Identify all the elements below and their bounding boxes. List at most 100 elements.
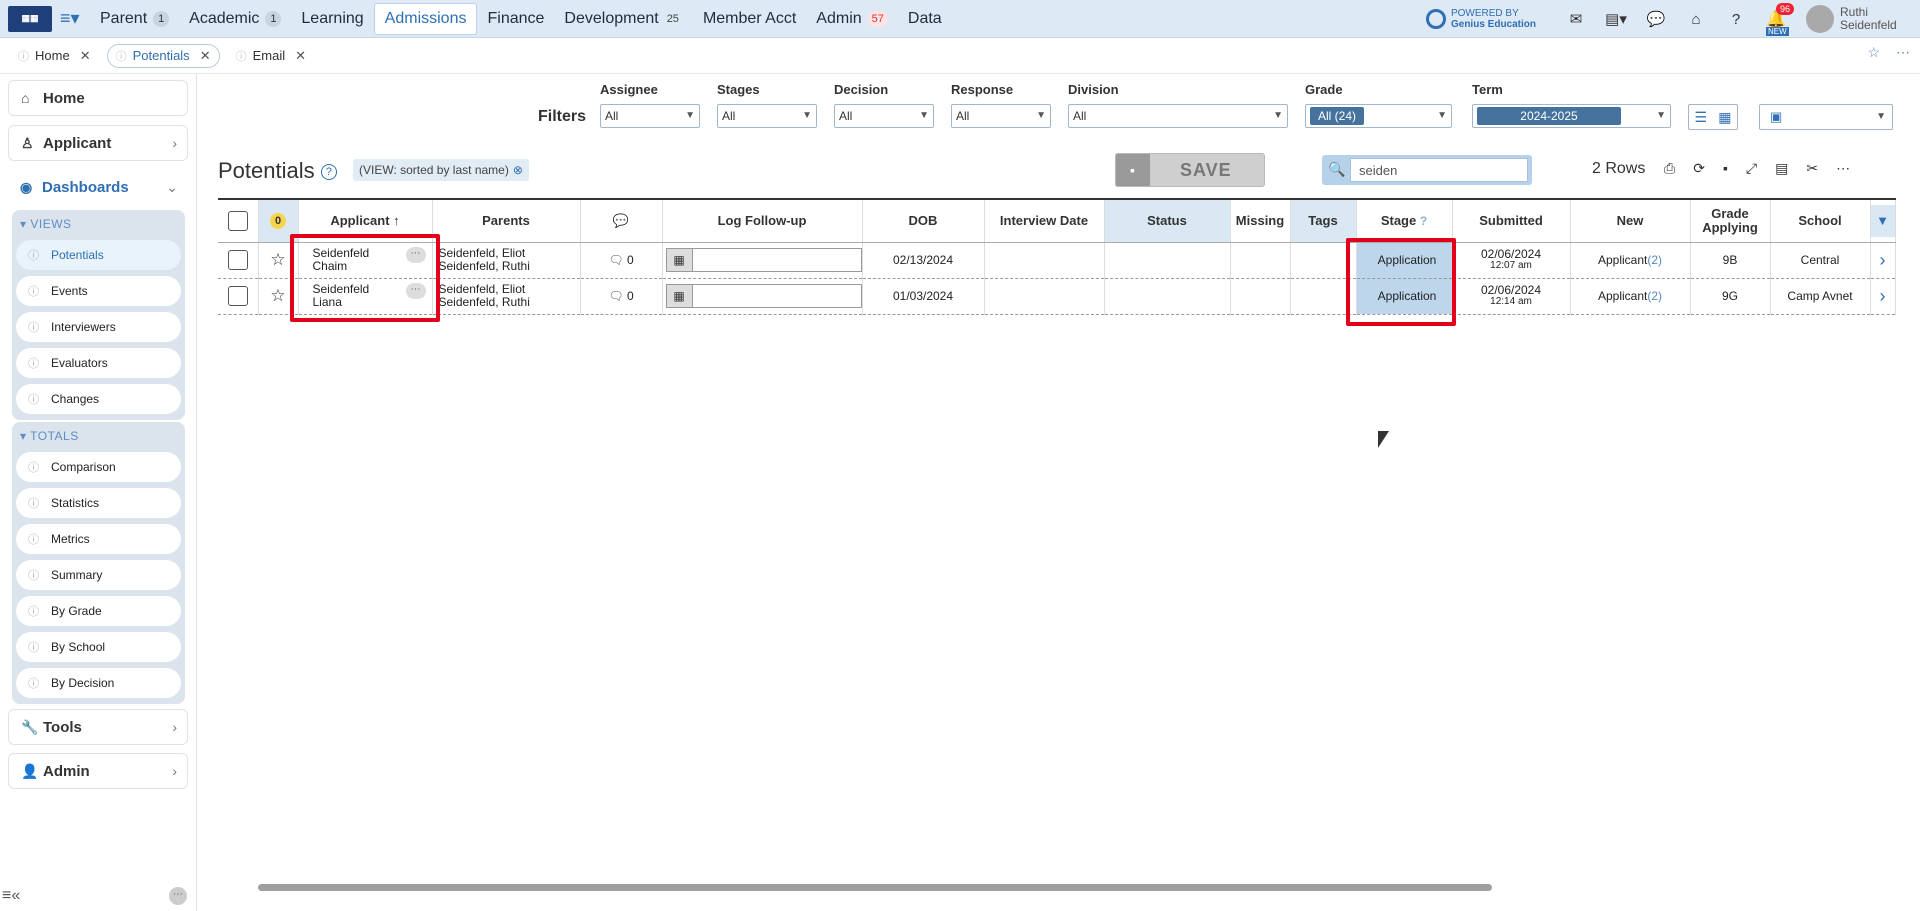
table-row[interactable]: ☆ Seidenfeld Liana ⋯ Seidenfeld, Eliot Seid… [218,278,1896,315]
close-icon[interactable]: ✕ [295,48,306,64]
school-header[interactable]: School [1770,198,1871,243]
chevron-right-icon[interactable]: › [1880,250,1886,270]
sidebar-more-icon[interactable]: ⋯ [169,887,187,905]
term-select[interactable]: 2024-2025 ▼ [1472,104,1671,128]
view-item-potentials[interactable]: ⓘ Potentials [16,240,181,270]
view-item-events[interactable]: ⓘ Events [16,276,181,306]
nav-development[interactable]: Development 25 [554,3,693,35]
view-item-interviewers[interactable]: ⓘ Interviewers [16,312,181,342]
main-menu-icon[interactable]: ≡▾ [60,8,90,29]
expand-icon[interactable]: ⤢ [1746,160,1757,177]
followup-date-input[interactable]: ▦ [665,248,862,272]
nav-admissions[interactable]: Admissions [373,2,478,35]
save-view-icon[interactable]: ▪ [1723,160,1728,177]
totals-item-by-school[interactable]: ⓘ By School [16,632,181,662]
close-icon[interactable]: ✕ [80,48,91,64]
collapse-sidebar-icon[interactable]: ≡« [2,887,20,905]
parent-name[interactable]: Seidenfeld, Ruthi [439,259,530,273]
totals-item-comparison[interactable]: ⓘ Comparison [16,452,181,482]
followup-date-input[interactable]: ▦ [665,284,862,308]
division-select[interactable]: All ▼ [1068,104,1288,128]
export-icon[interactable]: ▤ [1775,160,1788,177]
stage-header[interactable]: Stage ? [1356,198,1453,243]
totals-item-by-decision[interactable]: ⓘ By Decision [16,668,181,698]
grade-select[interactable]: All (24) ▼ [1305,104,1452,128]
help-icon[interactable]: ? [320,164,337,181]
tab-potentials[interactable]: ⓘ Potentials ✕ [106,43,220,68]
tab-email[interactable]: ⓘ Email ✕ [228,44,314,68]
nav-admin[interactable]: Admin 57 [806,3,898,35]
nav-learning[interactable]: Learning [291,3,373,35]
row-checkbox[interactable] [227,250,248,270]
settings-tools-icon[interactable]: ✂ [1806,160,1818,177]
dob-header[interactable]: DOB [862,198,985,243]
parent-name[interactable]: Seidenfeld, Ruthi [439,295,530,309]
parent-name[interactable]: Seidenfeld, Eliot [439,282,526,296]
parent-name[interactable]: Seidenfeld, Eliot [439,246,526,260]
nav-finance[interactable]: Finance [477,3,554,35]
parents-header[interactable]: Parents [432,198,581,243]
more-options-icon[interactable]: ⋯ [1896,44,1910,61]
new-cell[interactable]: Applicant(2) [1570,278,1691,315]
sidebar-tools[interactable]: 🔧 Tools › [8,709,188,745]
nav-data[interactable]: Data [898,3,952,35]
tags-header[interactable]: Tags [1290,198,1357,243]
sidebar-dashboards[interactable]: ◉ Dashboards ⌄ [8,169,188,205]
new-cell[interactable]: Applicant(2) [1570,242,1691,279]
save-button[interactable]: ▪ SAVE [1115,153,1265,187]
totals-item-statistics[interactable]: ⓘ Statistics [16,488,181,518]
comments-cell[interactable]: 🗨 0 [580,278,663,315]
user-avatar[interactable] [1806,5,1834,33]
submitted-header[interactable]: Submitted [1452,198,1571,243]
tab-home[interactable]: ⓘ Home ✕ [10,44,99,68]
grid-view-icon[interactable]: ▦ [1718,109,1731,126]
response-select[interactable]: All ▼ [951,104,1051,128]
help-icon[interactable]: ? [1716,11,1756,28]
totals-heading[interactable]: ▾ TOTALS [20,429,79,443]
totals-item-by-grade[interactable]: ⓘ By Grade [16,596,181,626]
stages-select[interactable]: All ▼ [717,104,817,128]
totals-item-metrics[interactable]: ⓘ Metrics [16,524,181,554]
sidebar-applicant[interactable]: ♙ Applicant › [8,125,188,161]
search-icon[interactable]: 🔍 [1328,161,1345,178]
new-header[interactable]: New [1570,198,1691,243]
reports-icon[interactable]: ▤▾ [1596,10,1636,28]
favorite-star-icon[interactable]: ☆ [1867,44,1880,61]
close-icon[interactable]: ✕ [200,48,211,64]
star-icon[interactable]: ☆ [270,286,285,305]
more-options-icon[interactable]: ⋯ [1836,160,1850,177]
interview-date-header[interactable]: Interview Date [984,198,1105,243]
search-input[interactable] [1350,158,1528,182]
nav-member-acct[interactable]: Member Acct [693,3,806,35]
view-item-evaluators[interactable]: ⓘ Evaluators [16,348,181,378]
decision-select[interactable]: All ▼ [834,104,934,128]
assignee-select[interactable]: All ▼ [600,104,700,128]
help-icon[interactable]: ? [1420,214,1427,228]
filter-icon[interactable]: ▼ [1870,204,1895,237]
sidebar-home[interactable]: ⌂ Home [8,80,188,116]
user-name[interactable]: Ruthi Seidenfeld [1840,6,1920,32]
mail-icon[interactable]: ✉ [1556,10,1596,28]
calendar-icon[interactable]: ▦ [666,285,693,307]
view-item-changes[interactable]: ⓘ Changes [16,384,181,414]
school-icon[interactable]: ⌂ [1676,11,1716,28]
missing-header[interactable]: Missing [1230,198,1291,243]
nav-academic[interactable]: Academic 1 [179,3,291,35]
notifications-bell-icon[interactable]: 🔔 96 NEW [1756,3,1796,36]
row-checkbox[interactable] [227,286,248,306]
folder-select[interactable]: ▣ ▼ [1759,104,1893,130]
print-icon[interactable]: ⎙ [1664,160,1675,177]
log-followup-header[interactable]: Log Follow-up [662,198,863,243]
horizontal-scrollbar[interactable] [258,884,1492,891]
grade-applying-header[interactable]: Grade Applying [1690,198,1771,243]
totals-item-summary[interactable]: ⓘ Summary [16,560,181,590]
clear-view-icon[interactable]: ⊗ [513,163,523,177]
chat-icon[interactable]: 💬 [1636,10,1676,28]
comments-cell[interactable]: 🗨 0 [580,242,663,279]
refresh-icon[interactable]: ⟳ [1693,160,1705,177]
nav-parent[interactable]: Parent 1 [90,3,179,35]
status-header[interactable]: Status [1104,198,1231,243]
table-row[interactable]: ☆ Seidenfeld Chaim ⋯ Seidenfeld, Eliot Seid… [218,242,1896,279]
app-logo[interactable]: ▦▦ [8,5,52,32]
sidebar-admin[interactable]: 👤 Admin › [8,753,188,789]
